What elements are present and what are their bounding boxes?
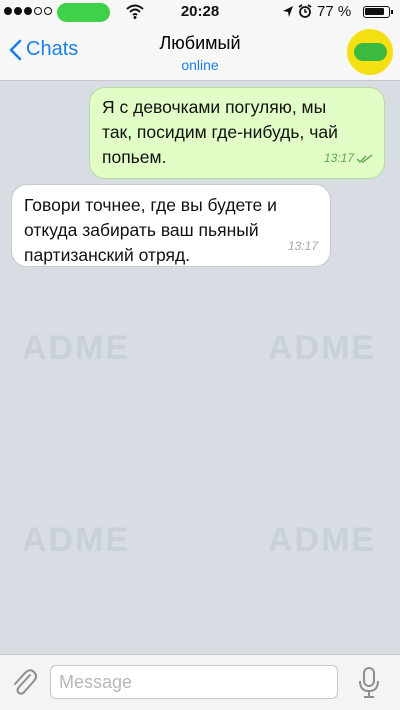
message-input-placeholder: Message (59, 672, 133, 692)
contact-name[interactable]: Любимый (0, 33, 400, 54)
message-text-line: Говори точнее, где вы будете и (24, 195, 277, 215)
watermark: ADME (268, 329, 377, 367)
microphone-icon[interactable] (358, 666, 380, 700)
watermark: ADME (22, 329, 131, 367)
paperclip-icon[interactable] (10, 667, 38, 697)
contact-avatar[interactable] (347, 29, 393, 75)
message-time: 13:17 (323, 151, 354, 165)
battery-icon (363, 6, 393, 18)
status-bar: 20:28 77 % (0, 0, 400, 24)
double-check-read-icon (356, 153, 373, 163)
message-text-line: так, посидим где-нибудь, чай (102, 122, 338, 142)
message-text-line: партизанский отряд. (24, 245, 191, 265)
chat-messages-area[interactable]: ADME ADME ADME ADME Я с девочками погуля… (0, 81, 400, 654)
message-input[interactable]: Message (50, 665, 338, 699)
message-input-bar: Message (0, 654, 400, 710)
chat-header: Chats Любимый online (0, 24, 400, 81)
location-arrow-icon (283, 6, 293, 17)
message-text-line: Я с девочками погуляю, мы (102, 97, 327, 117)
incoming-message-bubble[interactable]: Говори точнее, где вы будете и откуда за… (11, 184, 331, 267)
message-text-line: откуда забирать ваш пьяный (24, 220, 259, 240)
outgoing-message-bubble[interactable]: Я с девочками погуляю, мы так, посидим г… (89, 87, 385, 179)
message-time: 13:17 (287, 239, 318, 253)
watermark: ADME (268, 521, 377, 559)
contact-status: online (181, 57, 219, 73)
alarm-clock-icon (298, 4, 312, 18)
battery-percentage: 77 % (317, 3, 352, 20)
watermark: ADME (22, 521, 131, 559)
message-meta: 13:17 (324, 146, 374, 171)
